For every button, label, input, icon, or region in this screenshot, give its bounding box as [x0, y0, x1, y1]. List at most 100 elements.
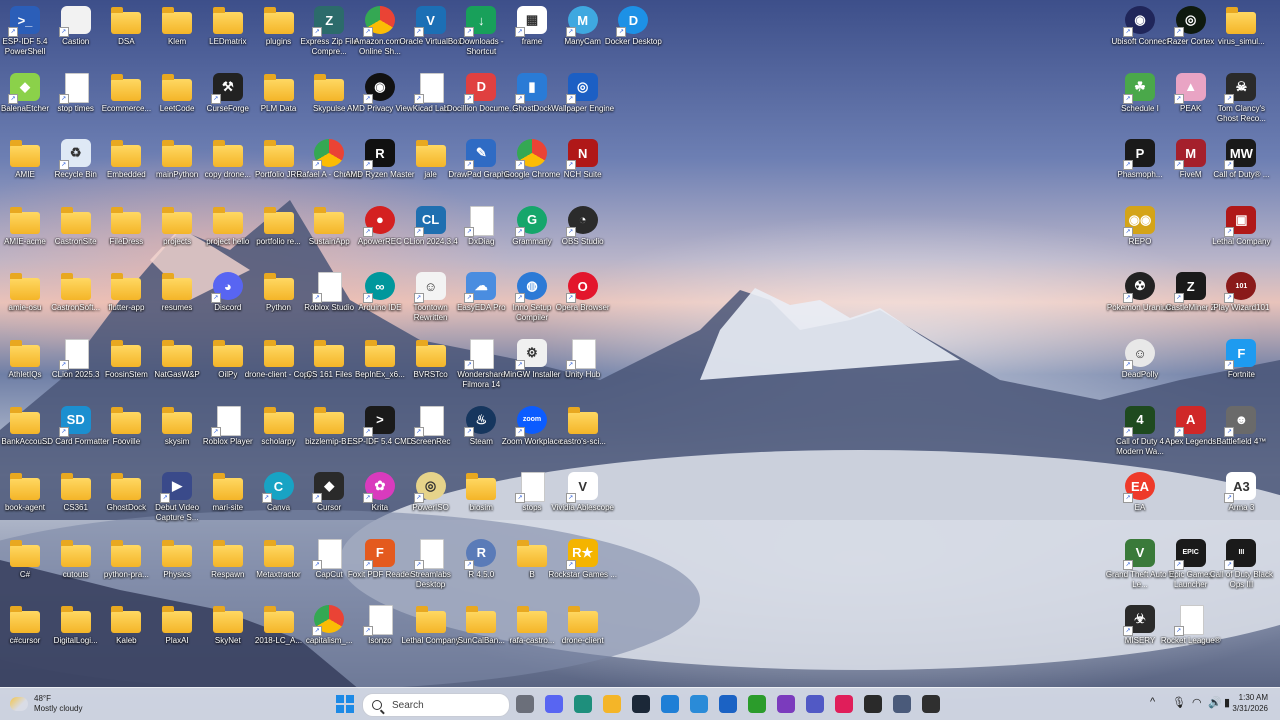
desktop-icon-label: Play Wizard101 [1213, 303, 1270, 313]
shortcut-arrow-icon: ↗ [464, 160, 475, 171]
desktop-icon[interactable]: virus_simul... [1210, 2, 1272, 68]
folder-icon [212, 340, 243, 367]
shortcut-arrow-icon: ↗ [1224, 293, 1235, 304]
folder-icon [111, 340, 142, 367]
chrome-dev-icon[interactable] [922, 695, 940, 713]
desktop-icon[interactable]: ◔ ↗ OBS Studio [552, 202, 614, 268]
shortcut-arrow-icon: ↗ [1123, 93, 1133, 104]
shortcut-arrow-icon: ↗ [1224, 559, 1235, 570]
desktop-icon[interactable]: ◉◉ ↗ REPO [1109, 202, 1171, 268]
shortcut-arrow-icon: ↗ [1224, 226, 1235, 237]
folder-icon [111, 539, 142, 567]
folder-icon [10, 140, 40, 168]
shortcut-arrow-icon: ↗ [8, 93, 18, 104]
shortcut-arrow-icon: ↗ [210, 426, 221, 437]
desktop-icon[interactable]: F ↗ Fortnite [1210, 335, 1272, 401]
search-icon [372, 700, 382, 710]
volume-icon[interactable]: 🔊 [1208, 696, 1222, 709]
desktop-icon[interactable]: EA ↗ EA [1109, 468, 1171, 534]
slack-icon[interactable] [835, 695, 853, 713]
shortcut-arrow-icon: ↗ [1123, 493, 1133, 504]
desktop-icon[interactable]: ↗ Unity Hub [552, 335, 614, 401]
weather-widget[interactable]: 48°F Mostly cloudy [10, 692, 82, 716]
shortcut-arrow-icon: ↗ [616, 27, 627, 37]
shortcut-arrow-icon: ↗ [565, 27, 576, 37]
edge-icon[interactable] [574, 695, 592, 713]
desktop-icon[interactable]: R★ ↗ Rockstar Games ... [548, 535, 617, 601]
battery-icon[interactable]: ▮ [1224, 696, 1230, 709]
folder-icon [263, 606, 294, 634]
folder-icon [10, 539, 40, 567]
shortcut-arrow-icon: ↗ [58, 360, 69, 370]
taskbar: 48°F Mostly cloudy Search ^ 🎙 ◠ 🔊 ▮ 1:30… [0, 687, 1280, 720]
shortcut-arrow-icon: ↗ [413, 27, 424, 37]
desktop-icon-label: OBS Studio [561, 236, 604, 246]
desktop-icon[interactable]: A3 ↗ Arma 3 [1210, 468, 1272, 534]
desktop-icon[interactable]: castro's-sci... [552, 402, 614, 468]
shortcut-arrow-icon: ↗ [464, 93, 475, 104]
desktop-icon[interactable]: O ↗ Opera Browser [552, 268, 614, 334]
desktop-icon[interactable]: ☺ ↗ DeadPolly [1109, 335, 1171, 401]
folder-icon [263, 539, 294, 567]
folder-icon [10, 606, 40, 634]
folder-icon [60, 273, 91, 301]
discord-icon[interactable] [545, 695, 563, 713]
shortcut-arrow-icon: ↗ [515, 360, 525, 370]
taskbar-search[interactable]: Search [362, 693, 510, 717]
desktop-icon-label: Rocket League® [1160, 636, 1221, 646]
shortcut-arrow-icon: ↗ [1173, 27, 1184, 37]
shortcut-arrow-icon: ↗ [515, 226, 525, 237]
shortcut-arrow-icon: ↗ [1123, 27, 1133, 37]
onenote-icon[interactable] [777, 695, 795, 713]
chevron-up-icon[interactable]: ^ [1150, 696, 1155, 708]
desktop-icon[interactable]: ↗ Rocket League® [1160, 601, 1222, 667]
shortcut-arrow-icon: ↗ [8, 27, 18, 37]
weather-condition: Mostly cloudy [34, 704, 83, 713]
folder-icon [263, 73, 294, 101]
terminal-icon[interactable] [864, 695, 882, 713]
folder-icon [10, 206, 40, 234]
desktop-icon[interactable]: 101 ↗ Play Wizard101 [1210, 268, 1272, 334]
desktop-icon[interactable]: III ↗ Call of Duty Black Ops III [1210, 535, 1273, 601]
desktop-icon-label: DeadPolly [1121, 370, 1159, 379]
file-explorer-icon[interactable] [603, 695, 621, 713]
shortcut-arrow-icon: ↗ [58, 27, 69, 37]
shortcut-arrow-icon: ↗ [58, 93, 69, 104]
folder-icon [162, 7, 193, 34]
xbox-icon[interactable] [748, 695, 766, 713]
shortcut-arrow-icon: ↗ [515, 93, 525, 104]
desktop-icon[interactable]: N ↗ NCH Suite [552, 135, 614, 201]
photos-icon[interactable] [690, 695, 708, 713]
shortcut-arrow-icon: ↗ [1173, 93, 1184, 104]
shortcut-arrow-icon: ↗ [58, 426, 69, 437]
desktop-icon-label: Arma 3 [1228, 503, 1255, 513]
desktop-icon[interactable]: ☻ ↗ Battlefield 4™ [1210, 402, 1272, 468]
folder-icon [263, 140, 294, 168]
snipping-icon[interactable] [893, 695, 911, 713]
folder-icon [111, 73, 142, 101]
wifi-icon[interactable]: ◠ [1192, 696, 1202, 709]
desktop-icon[interactable]: ☠ ↗ Tom Clancy's Ghost Reco... [1210, 69, 1272, 135]
desktop-icon[interactable]: MW ↗ Call of Duty® ... [1210, 135, 1272, 201]
microphone-icon[interactable]: 🎙 [1172, 696, 1186, 709]
desktop-icon[interactable]: V ↗ Vividia Ablescope [551, 468, 614, 534]
taskbar-clock[interactable]: 1:30 AM 3/31/2026 [1232, 692, 1268, 714]
desktop-icon[interactable]: D ↗ Docker Desktop [602, 2, 664, 68]
folder-icon [162, 140, 193, 168]
outlook-icon[interactable] [719, 695, 737, 713]
task-view-icon[interactable] [516, 695, 534, 713]
shortcut-arrow-icon: ↗ [160, 493, 171, 504]
desktop-icon[interactable]: ▣ ↗ Lethal Company [1210, 202, 1272, 268]
shortcut-arrow-icon: ↗ [362, 626, 373, 637]
start-button[interactable] [336, 695, 354, 713]
desktop-icon[interactable]: drone-client [552, 601, 614, 667]
steam-icon[interactable] [632, 695, 650, 713]
shortcut-arrow-icon: ↗ [413, 226, 424, 237]
folder-icon [263, 406, 294, 434]
folder-icon [263, 206, 294, 234]
vscode-icon[interactable] [661, 695, 679, 713]
teams-icon[interactable] [806, 695, 824, 713]
shortcut-arrow-icon: ↗ [565, 93, 576, 104]
shortcut-arrow-icon: ↗ [58, 160, 69, 171]
desktop-icon[interactable]: ◎ ↗ Wallpaper Engine [551, 69, 614, 135]
